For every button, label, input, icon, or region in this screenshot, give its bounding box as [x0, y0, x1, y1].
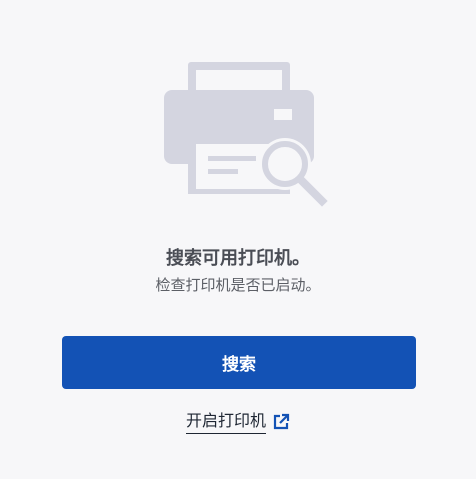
- printer-search-screen: 搜索可用打印机。 检查打印机是否已启动。 搜索 开启打印机: [0, 0, 476, 479]
- status-message: 检查打印机是否已启动。: [155, 276, 321, 294]
- printer-search-icon: [164, 62, 328, 207]
- open-printer-link-container: 开启打印机: [0, 410, 476, 434]
- open-printer-link[interactable]: 开启打印机: [185, 410, 290, 434]
- page-title: 搜索可用打印机。: [166, 248, 310, 269]
- open-printer-label: 开启打印机: [185, 410, 266, 434]
- search-button[interactable]: 搜索: [62, 336, 416, 389]
- external-link-icon: [273, 413, 290, 430]
